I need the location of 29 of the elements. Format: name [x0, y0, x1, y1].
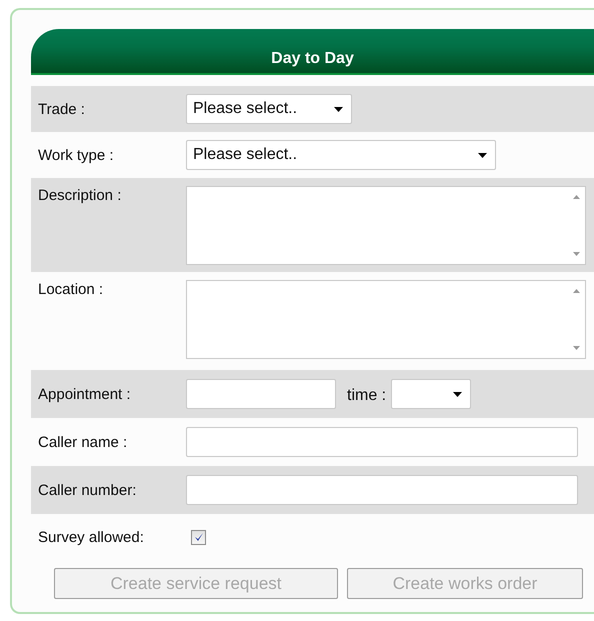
panel-header: Day to Day: [31, 29, 594, 75]
button: Create service request: [54, 568, 338, 599]
caret-icon: [453, 392, 462, 396]
date-field[interactable]: [186, 379, 336, 409]
scroll-up-icon: [573, 195, 580, 199]
checkbox[interactable]: [191, 530, 206, 544]
check-icon: [194, 532, 204, 542]
input-field[interactable]: [186, 475, 578, 505]
input-field[interactable]: [186, 427, 578, 457]
field-label: Survey allowed:: [38, 528, 145, 546]
field-label: Caller number:: [38, 482, 138, 498]
field-label: Caller name :: [38, 434, 128, 450]
caret-icon: [334, 106, 343, 112]
field-label: Location :: [38, 280, 104, 298]
dropdown[interactable]: Please select..: [186, 140, 496, 170]
field-label: Work type :: [38, 146, 115, 164]
dropdown[interactable]: [391, 379, 472, 409]
field-label: Appointment :: [38, 386, 132, 402]
text-area[interactable]: [186, 186, 586, 265]
button: Create works order: [347, 568, 583, 599]
caret-icon: [478, 152, 487, 158]
field-label: Trade :: [38, 100, 86, 118]
dropdown[interactable]: Please select..: [186, 94, 352, 124]
scroll-up-icon: [573, 289, 580, 293]
scroll-down-icon: [573, 252, 580, 256]
field-label: Description :: [38, 186, 122, 204]
text-area[interactable]: [186, 280, 586, 359]
time-label: time :: [347, 387, 386, 405]
scroll-down-icon: [573, 346, 580, 350]
